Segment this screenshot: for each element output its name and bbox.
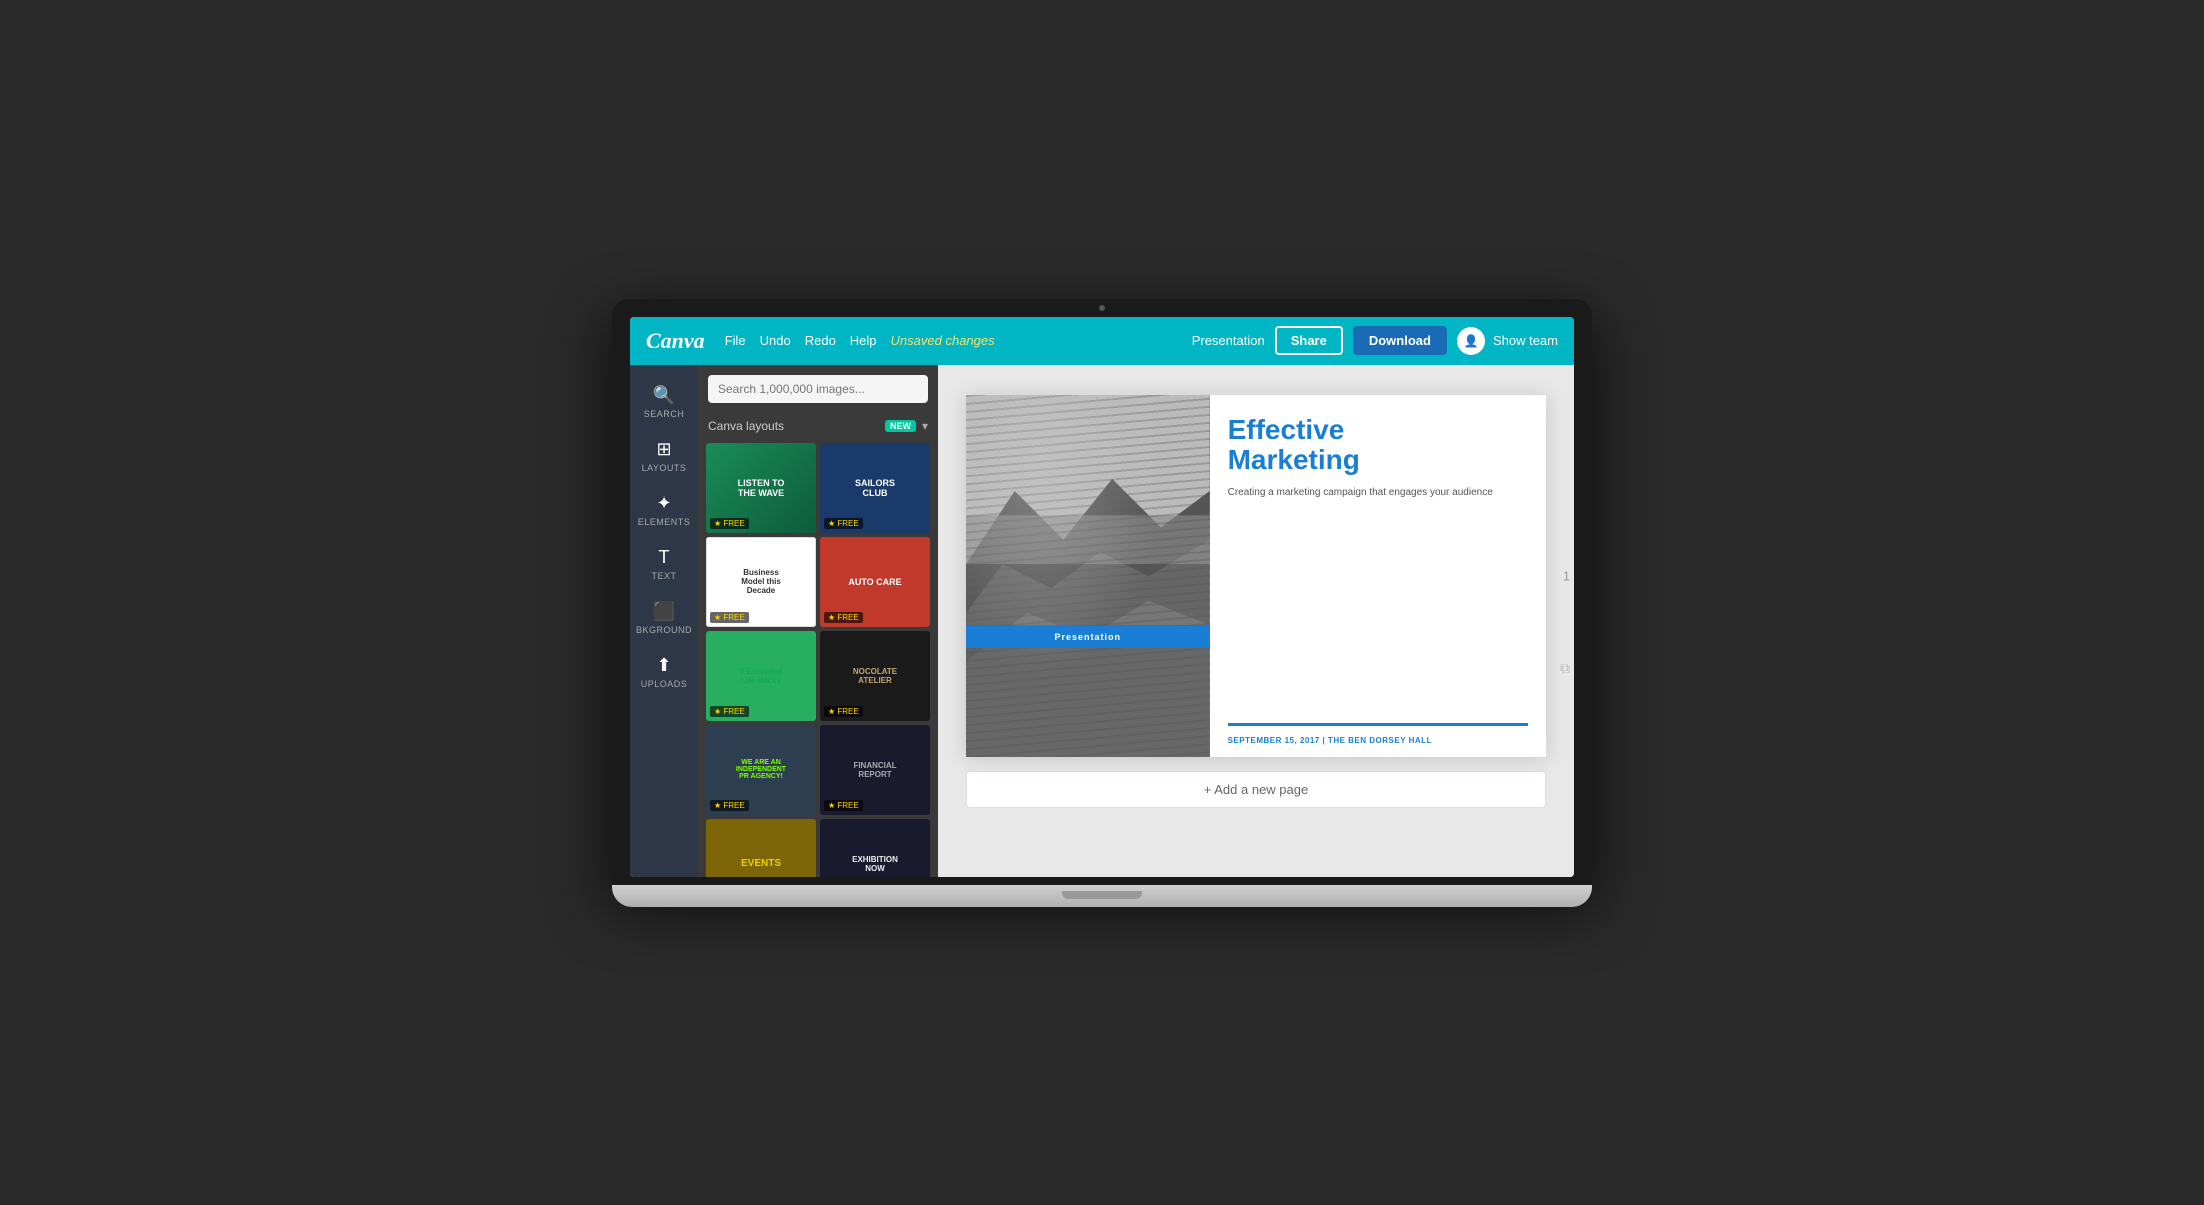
sidebar-item-label-elements: ELEMENTS [638,517,691,527]
sidebar-item-label-layouts: LAYOUTS [642,463,687,473]
slide-bottom-section: SEPTEMBER 15, 2017 | THE BEN DORSEY HALL [1228,723,1528,745]
topbar: Canva File Undo Redo Help Unsaved change… [630,317,1574,365]
slide-container: Presentation Effective Marketing [966,395,1546,758]
slide-title: Effective Marketing [1228,415,1528,477]
filter-label: Canva layouts [708,419,879,433]
slide-date: SEPTEMBER 15, 2017 | THE BEN DORSEY HALL [1228,736,1528,745]
search-icon: 🔍 [653,385,675,406]
nav-help[interactable]: Help [850,333,877,348]
laptop-bezel: Canva File Undo Redo Help Unsaved change… [612,299,1592,885]
share-button[interactable]: Share [1275,326,1343,355]
add-page-button[interactable]: + Add a new page [966,771,1546,808]
sidebar-item-background[interactable]: ⬛ BKGROUND [634,593,694,643]
uploads-icon: ⬆ [656,655,671,676]
templates-grid: LISTEN TOTHE WAVE ★ FREE SAILORSCLUB ★ F… [698,439,938,877]
copy-icon[interactable]: ⧉ [1560,660,1570,677]
avatar: 👤 [1457,327,1485,355]
show-team-button[interactable]: 👤 Show team [1457,327,1558,355]
panel-search-area [698,365,938,413]
sidebar-item-label-text: TEXT [651,571,676,581]
slide-presentation-bar: Presentation [966,626,1210,648]
slide-presentation-tag: Presentation [1055,632,1122,642]
free-badge-8: ★ FREE [824,800,863,811]
panel-filter[interactable]: Canva layouts NEW ▾ [698,413,938,439]
sidebar-item-label-uploads: UPLOADS [641,679,688,689]
slide-title-group: Effective Marketing Creating a marketing… [1228,415,1528,515]
template-item-3[interactable]: BusinessModel thisDecade ★ FREE [706,537,816,627]
slide[interactable]: Presentation Effective Marketing [966,395,1546,758]
template-item-10[interactable]: EXHIBITIONNOW ★ FREE [820,819,930,877]
template-preview-9: EVENTS [706,819,816,877]
slide-image-svg [966,395,1210,758]
free-badge-2: ★ FREE [824,518,863,529]
camera-dot [1099,305,1105,311]
layouts-icon: ⊞ [656,439,671,460]
template-item-2[interactable]: SAILORSCLUB ★ FREE [820,443,930,533]
sidebar-item-label-background: BKGROUND [636,625,692,635]
sidebar-item-label-search: SEARCH [644,409,685,419]
sidebar-item-elements[interactable]: ✦ ELEMENTS [634,485,694,535]
elements-icon: ✦ [656,493,671,514]
slide-content: Effective Marketing Creating a marketing… [1210,395,1546,758]
chevron-down-icon: ▾ [922,419,928,433]
free-badge-5: ★ FREE [710,706,749,717]
template-preview-10: EXHIBITIONNOW [820,819,930,877]
sidebar-item-uploads[interactable]: ⬆ UPLOADS [634,647,694,697]
slide-subtitle: Creating a marketing campaign that engag… [1228,486,1528,500]
download-button[interactable]: Download [1353,326,1447,355]
sidebar-item-text[interactable]: T TEXT [634,539,694,589]
nav-redo[interactable]: Redo [805,333,836,348]
main-content: 🔍 SEARCH ⊞ LAYOUTS ✦ ELEMENTS T TEXT [630,365,1574,877]
free-badge-7: ★ FREE [710,800,749,811]
canvas-area: Presentation Effective Marketing [938,365,1574,877]
nav-file[interactable]: File [725,333,746,348]
free-badge-6: ★ FREE [824,706,863,717]
nav-menu: File Undo Redo Help Unsaved changes [725,333,1192,348]
free-badge-4: ★ FREE [824,612,863,623]
sidebar-item-search[interactable]: 🔍 SEARCH [634,377,694,427]
nav-undo[interactable]: Undo [760,333,791,348]
template-item-4[interactable]: AUTO CARE ★ FREE [820,537,930,627]
slide-image-area: Presentation [966,395,1210,758]
page-number: 1 [1563,568,1570,583]
laptop-hinge-notch [1062,891,1142,899]
nav-right: Presentation Share Download 👤 Show team [1192,326,1558,355]
template-item-6[interactable]: NOCOLATEATELIER ★ FREE [820,631,930,721]
laptop-screen: Canva File Undo Redo Help Unsaved change… [630,317,1574,877]
text-icon: T [659,547,670,568]
presentation-label: Presentation [1192,333,1265,348]
laptop-base [612,885,1592,907]
sidebar-item-layouts[interactable]: ⊞ LAYOUTS [634,431,694,481]
laptop-wrapper: Canva File Undo Redo Help Unsaved change… [612,299,1592,907]
slide-background-image [966,395,1210,758]
template-item-8[interactable]: FINANCIALREPORT ★ FREE [820,725,930,815]
template-item-1[interactable]: LISTEN TOTHE WAVE ★ FREE [706,443,816,533]
free-badge-3: ★ FREE [710,612,749,623]
canva-logo[interactable]: Canva [646,328,705,354]
slide-divider-bar [1228,723,1528,726]
template-item-7[interactable]: WE ARE ANINDEPENDENTPR AGENCY! ★ FREE [706,725,816,815]
unsaved-status: Unsaved changes [891,333,995,348]
sidebar-icons: 🔍 SEARCH ⊞ LAYOUTS ✦ ELEMENTS T TEXT [630,365,698,877]
layouts-panel: Canva layouts NEW ▾ LISTEN TOTHE WAVE ★ … [698,365,938,877]
template-item-5[interactable]: 5 EssentialLife Hacks ★ FREE [706,631,816,721]
filter-badge: NEW [885,420,916,432]
background-icon: ⬛ [653,601,675,622]
show-team-label: Show team [1493,333,1558,348]
search-input[interactable] [708,375,928,403]
free-badge-1: ★ FREE [710,518,749,529]
template-item-9[interactable]: EVENTS ★ FREE [706,819,816,877]
